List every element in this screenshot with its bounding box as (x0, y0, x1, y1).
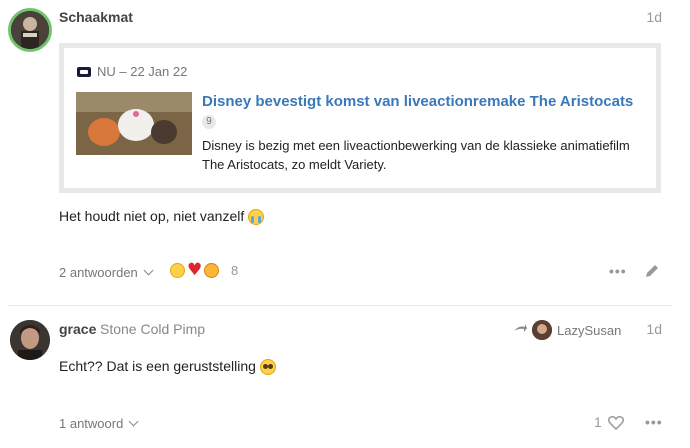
username[interactable]: grace (59, 321, 96, 337)
post-text: Echt?? Dat is een geruststelling (59, 358, 256, 374)
chevron-down-icon (143, 265, 154, 276)
replies-label: 1 antwoord (59, 416, 124, 431)
reply-to-indicator[interactable]: LazySusan (513, 320, 621, 340)
sob-emoji-icon (248, 209, 265, 226)
pleading-face-emoji-icon (259, 359, 276, 376)
more-options-icon[interactable]: ••• (609, 263, 626, 279)
edit-icon[interactable] (644, 263, 660, 279)
like-button[interactable]: 1 (594, 414, 624, 430)
replies-label: 2 antwoorden (59, 265, 138, 280)
angry-reaction-icon[interactable] (204, 263, 219, 278)
post-date[interactable]: 1d (646, 321, 662, 337)
post-schaakmat: Schaakmat 1d NU – 22 Jan 22 Disney beves… (0, 0, 690, 300)
preview-thumbnail[interactable] (76, 92, 192, 155)
chevron-down-icon (128, 416, 139, 427)
username[interactable]: Schaakmat (59, 9, 133, 25)
post-text: Het houdt niet op, niet vanzelf (59, 208, 245, 224)
avatar[interactable] (10, 320, 50, 360)
post-date[interactable]: 1d (646, 9, 662, 25)
show-replies-button[interactable]: 1 antwoord (59, 416, 139, 431)
post-body: Het houdt niet op, niet vanzelf (59, 208, 265, 226)
reactions[interactable]: 8 (170, 260, 238, 280)
nu-logo-icon (77, 66, 91, 77)
reply-arrow-icon (514, 324, 527, 332)
user-title: Stone Cold Pimp (100, 321, 206, 337)
show-replies-button[interactable]: 2 antwoorden (59, 265, 154, 280)
link-source-label: NU – 22 Jan 22 (97, 64, 188, 79)
heart-outline-icon (607, 415, 624, 430)
link-description: Disney is bezig met een liveactionbewerk… (202, 138, 630, 172)
more-options-icon[interactable]: ••• (645, 414, 662, 430)
link-preview[interactable]: NU – 22 Jan 22 Disney bevestigt komst va… (59, 43, 661, 193)
click-count-badge: 9 (202, 115, 216, 129)
reply-to-username: LazySusan (557, 322, 622, 338)
link-title[interactable]: Disney bevestigt komst van liveactionrem… (202, 93, 633, 110)
heart-reaction-icon[interactable] (187, 260, 202, 280)
sob-reaction-icon[interactable] (170, 263, 185, 278)
post-body: Echt?? Dat is een geruststelling (59, 358, 276, 376)
link-source[interactable]: NU – 22 Jan 22 (77, 64, 187, 79)
like-count: 1 (594, 414, 602, 430)
avatar[interactable] (8, 8, 52, 52)
reaction-count[interactable]: 8 (231, 263, 238, 278)
reply-to-avatar (532, 320, 552, 340)
post-divider (8, 305, 672, 306)
